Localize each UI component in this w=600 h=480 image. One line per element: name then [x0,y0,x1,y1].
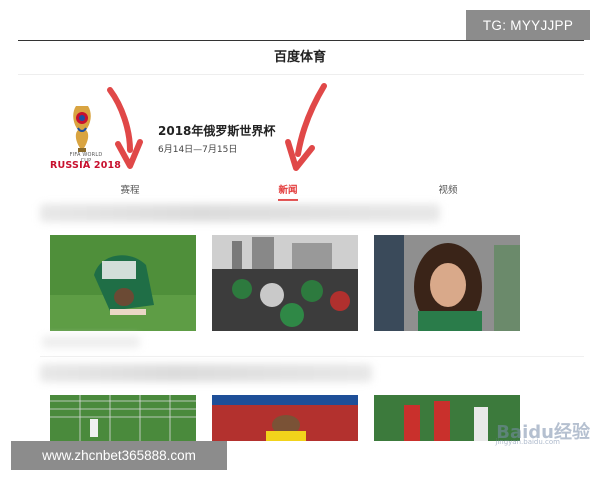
crowd-celebration-image [212,235,358,331]
title-divider [18,74,584,75]
top-watermark-badge: TG: MYYJJPP [466,10,590,40]
red-arrow-annotation [285,83,327,171]
baidu-watermark-url: jingyan.baidu.com [495,438,560,446]
row-divider [40,356,584,357]
bottom-watermark-badge: www.zhcnbet365888.com [11,441,227,470]
red-arrow-annotation [107,87,143,169]
news-thumbnail[interactable] [374,235,520,331]
tab-video[interactable]: 视频 [428,182,468,196]
tab-schedule[interactable]: 赛程 [110,182,150,196]
blurred-headline[interactable] [40,204,440,222]
blurred-caption [42,336,140,348]
page-title: 百度体育 [273,50,326,65]
tab-news[interactable]: 新闻 [268,182,308,196]
top-border [18,40,584,41]
event-name: 2018年俄罗斯世界杯 [158,124,276,138]
news-thumbnail[interactable] [212,235,358,331]
news-thumbnail[interactable] [50,395,196,441]
fan-woman-image [374,235,520,331]
player-kneeling-image [50,235,196,331]
blurred-headline[interactable] [40,364,372,382]
event-dates: 6月14日—7月15日 [158,145,238,155]
news-thumbnail[interactable] [50,235,196,331]
goal-net-image [50,395,196,441]
trophy-icon [73,106,91,152]
player-yellow-image [212,395,358,441]
news-thumbnail[interactable] [212,395,358,441]
active-tab-indicator [278,199,298,201]
